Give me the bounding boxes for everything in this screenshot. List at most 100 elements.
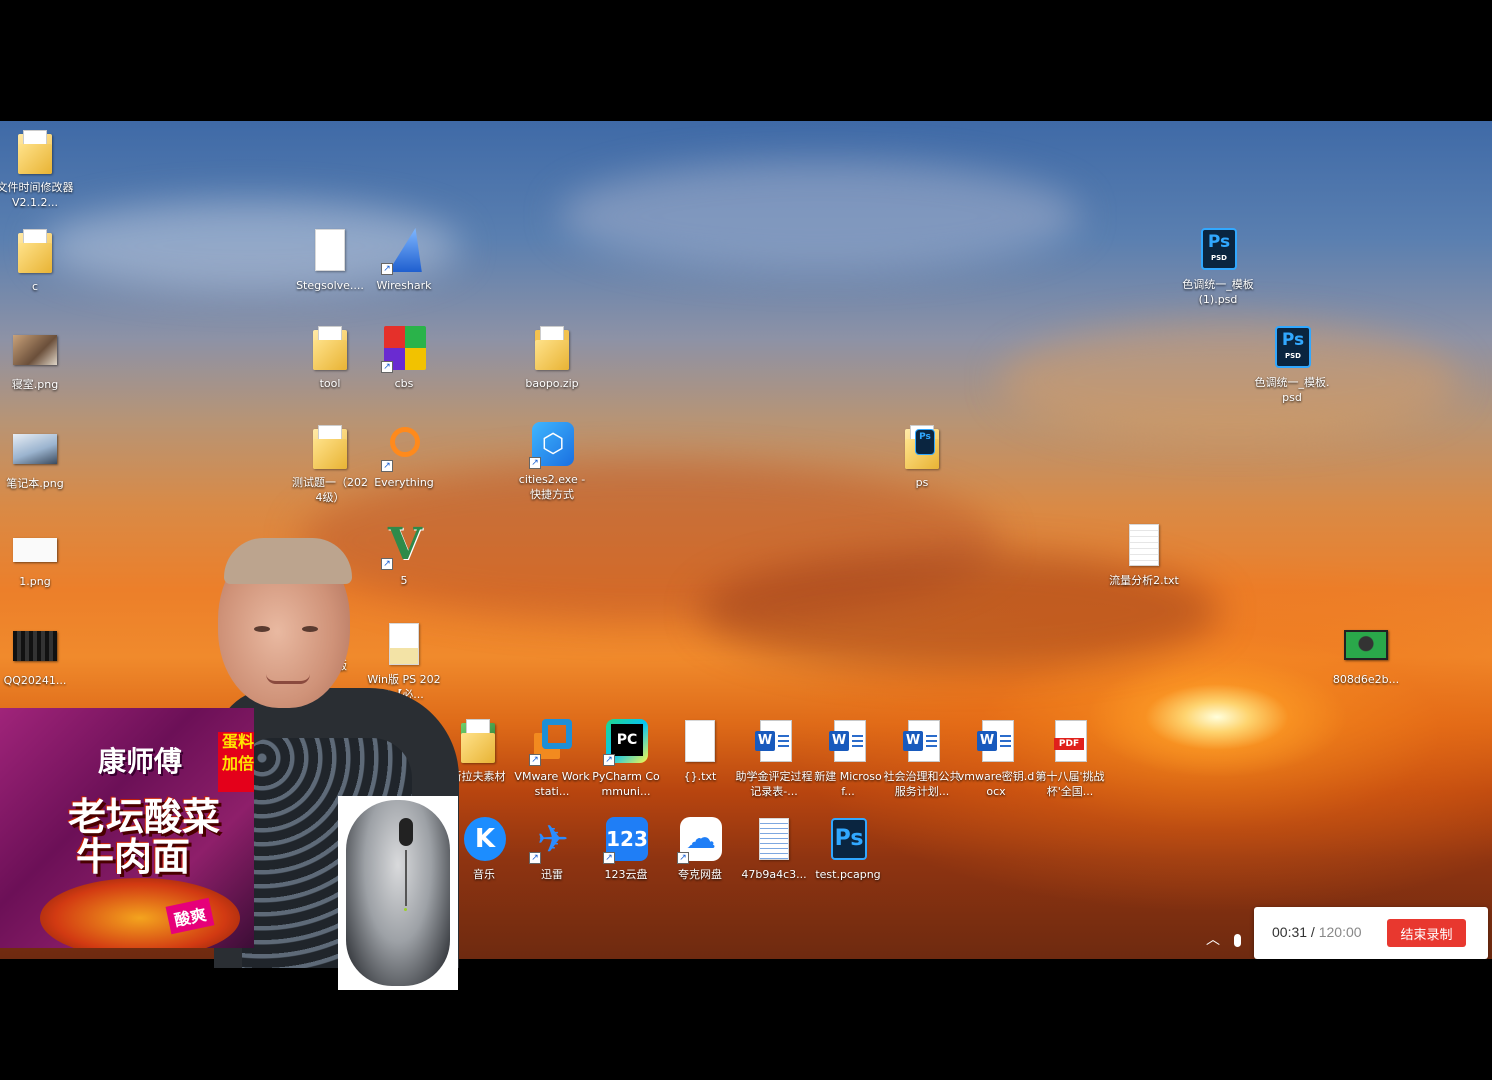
desktop-icon-psd-template-1[interactable]: Ps PSD 色调统一_模板(1).psd	[1179, 225, 1257, 307]
desktop-icon-vmware[interactable]: ↗ VMware Workstati...	[513, 717, 591, 799]
desktop-icon-everything[interactable]: ↗ Everything	[365, 423, 443, 490]
desktop-icon-1-png[interactable]: 1.png	[0, 522, 74, 589]
stop-recording-button[interactable]: 结束录制	[1387, 919, 1466, 947]
folder-icon	[18, 229, 52, 273]
cloud-decoration	[560, 161, 1080, 271]
desktop-icon-traffic-analysis[interactable]: 流量分析2.txt	[1105, 521, 1183, 588]
folder-icon	[313, 326, 347, 370]
icon-label: 夸克网盘	[678, 868, 722, 881]
icon-label: 寝室.png	[11, 378, 59, 391]
icon-label: 47b9a4c3...	[741, 868, 807, 881]
desktop-icon-wireshark[interactable]: ↗ Wireshark	[365, 226, 443, 293]
desktop-icon-psd-template[interactable]: Ps PSD 色调统一_模板.psd	[1253, 323, 1331, 405]
zip-icon	[535, 326, 569, 370]
folder-icon	[461, 719, 495, 763]
desktop-icon-social-plan-doc[interactable]: W 社会治理和公共服务计划...	[883, 717, 961, 799]
word-document-icon: W	[829, 720, 866, 762]
icon-label: 社会治理和公共服务计划...	[883, 770, 961, 798]
noodle-line2: 牛肉面	[76, 834, 191, 879]
recording-separator: /	[1307, 924, 1319, 940]
icon-label: Stegsolve....	[296, 279, 364, 292]
desktop-icon-new-word-doc[interactable]: W 新建 Microsof...	[809, 717, 887, 799]
icon-label: Everything	[374, 476, 434, 489]
recording-elapsed: 00:31	[1272, 924, 1308, 940]
desktop-icon-qq-video[interactable]: QQ20241...	[0, 621, 74, 688]
desktop-icon-laptop-png[interactable]: 笔记本.png	[0, 424, 74, 491]
webcam-person-face	[218, 538, 352, 708]
desktop-icon-cbs[interactable]: ↗ cbs	[365, 324, 443, 391]
desktop-icon-tool[interactable]: tool	[291, 324, 369, 391]
text-file-icon	[1129, 524, 1159, 566]
desktop-icon-test-folder[interactable]: 测试题一（2024级）	[291, 423, 369, 505]
icon-label: 文件时间修改器 V2.1.2...	[0, 181, 74, 209]
noodle-tag: 蛋料加倍	[218, 732, 254, 792]
blank-file-icon	[685, 720, 715, 762]
icon-label: 笔记本.png	[6, 477, 64, 490]
photoshop-badge-icon: Ps	[915, 429, 935, 455]
desktop-icon-cities2[interactable]: ⬡ ↗ cities2.exe - 快捷方式	[513, 420, 591, 502]
computer-mouse-sticker	[338, 796, 458, 990]
kugou-music-icon: K	[464, 817, 506, 861]
word-document-icon: W	[977, 720, 1014, 762]
desktop-icon-stegsolve[interactable]: Stegsolve....	[291, 226, 369, 293]
desktop-icon-xunlei[interactable]: ✈ ↗ 迅雷	[513, 815, 591, 882]
microphone-icon[interactable]	[1233, 933, 1241, 947]
shortcut-arrow-icon: ↗	[381, 263, 393, 275]
shortcut-arrow-icon: ↗	[677, 852, 689, 864]
icon-label: c	[31, 280, 39, 293]
desktop-icon-baopo-zip[interactable]: baopo.zip	[513, 324, 591, 391]
word-document-icon: W	[755, 720, 792, 762]
word-document-icon: W	[903, 720, 940, 762]
everything-search-icon	[390, 427, 420, 457]
icon-label: PyCharm Communi...	[592, 770, 660, 798]
noodle-brand: 康师傅	[98, 745, 183, 778]
video-thumbnail-icon	[1344, 630, 1388, 660]
icon-label: 新建 Microsof...	[814, 770, 882, 798]
desktop-icon-quark-pan[interactable]: ☁ ↗ 夸克网盘	[661, 815, 739, 882]
desktop-icon-vmware-key-doc[interactable]: W vmware密钥.docx	[957, 717, 1035, 799]
icon-label: 色调统一_模板.psd	[1254, 376, 1330, 404]
shortcut-arrow-icon: ↗	[381, 460, 393, 472]
noodle-package-sticker: 康师傅 蛋料加倍 老坛酸菜 牛肉面 酸爽	[0, 708, 254, 948]
icon-label: cities2.exe - 快捷方式	[518, 473, 586, 501]
screen-recorder-panel: 00:31 / 120:00 结束录制	[1254, 907, 1488, 959]
desktop-icon-dorm-png[interactable]: 寝室.png	[0, 325, 74, 392]
desktop-icon-123pan[interactable]: 123 ↗ 123云盘	[587, 815, 665, 882]
icon-label: tool	[319, 377, 341, 390]
desktop-icon-scholarship-doc[interactable]: W 助学金评定过程记录表-...	[735, 717, 813, 799]
recording-timer: 00:31 / 120:00	[1272, 924, 1362, 940]
text-file-icon	[759, 818, 789, 860]
desktop-icon-test-pcapng[interactable]: Ps test.pcapng	[809, 815, 887, 882]
shortcut-arrow-icon: ↗	[603, 754, 615, 766]
icon-label: Wireshark	[376, 279, 432, 292]
desktop-icon-ps-folder[interactable]: Ps ps	[883, 423, 961, 490]
blank-file-icon	[315, 229, 345, 271]
desktop-icon-808d6e2b[interactable]: 808d6e2b...	[1327, 620, 1405, 687]
icon-label: baopo.zip	[525, 377, 579, 390]
image-thumbnail-icon	[13, 434, 57, 464]
desktop-icon-pycharm[interactable]: PC ↗ PyCharm Communi...	[587, 717, 665, 799]
icon-label: 第十八届'挑战杯'全国...	[1035, 770, 1105, 798]
shortcut-arrow-icon: ↗	[529, 754, 541, 766]
icon-label: VMware Workstati...	[514, 770, 590, 798]
icon-label: ps	[915, 476, 929, 489]
recording-limit: 120:00	[1318, 924, 1362, 940]
icon-label: QQ20241...	[3, 674, 67, 687]
shortcut-arrow-icon: ↗	[603, 852, 615, 864]
icon-label: 1.png	[19, 575, 51, 588]
chevron-up-icon[interactable]: ︿	[1206, 931, 1220, 947]
system-tray: ︿	[1206, 929, 1241, 949]
icon-label: 123云盘	[604, 868, 648, 881]
desktop-icon-file-time-modifier[interactable]: 文件时间修改器 V2.1.2...	[0, 128, 74, 210]
icon-label: cbs	[394, 377, 414, 390]
desktop-icon-c[interactable]: c	[0, 227, 74, 294]
icon-label: 808d6e2b...	[1332, 673, 1400, 686]
desktop-icon-47b9a4c3[interactable]: 47b9a4c3...	[735, 815, 813, 882]
photoshop-file-icon: Ps PSD	[1201, 228, 1237, 270]
desktop-icon-braces-txt[interactable]: {}.txt	[661, 717, 739, 784]
cloud-decoration	[1000, 321, 1460, 441]
icon-label: test.pcapng	[815, 868, 881, 881]
image-thumbnail-icon	[13, 538, 57, 562]
folder-icon	[313, 425, 347, 469]
desktop-icon-challenge-cup-pdf[interactable]: PDF 第十八届'挑战杯'全国...	[1031, 717, 1109, 799]
